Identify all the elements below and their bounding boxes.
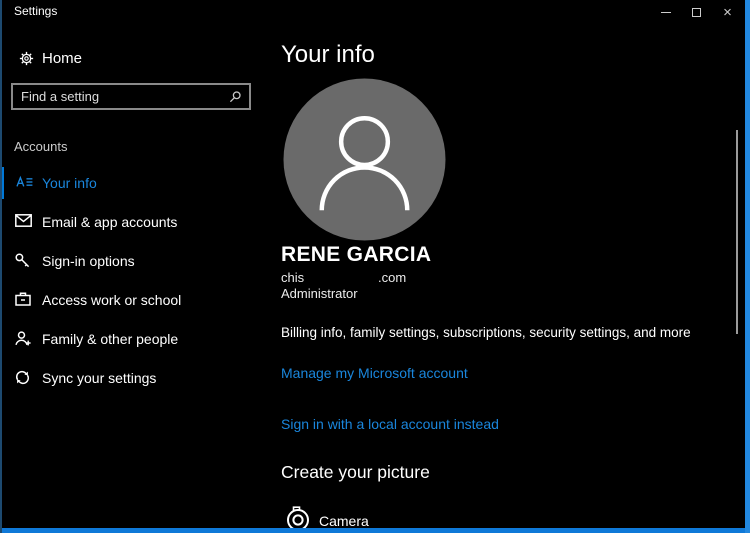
- sidebar-item-home[interactable]: Home: [0, 44, 263, 74]
- settings-window: Settings × Home: [0, 0, 750, 533]
- sidebar-item-sync-your-settings[interactable]: Sync your settings: [0, 359, 263, 398]
- sidebar-item-email-app-accounts[interactable]: Email & app accounts: [0, 203, 263, 242]
- sidebar-item-label: Home: [42, 50, 82, 67]
- scrollbar-thumb[interactable]: [736, 130, 738, 334]
- manage-microsoft-account-link[interactable]: Manage my Microsoft account: [281, 365, 468, 381]
- sidebar-nav: Your info Email & app accounts Sign-in o…: [0, 164, 263, 398]
- sidebar-item-label: Your info: [42, 175, 97, 191]
- account-email-domain: .com: [378, 270, 406, 285]
- sidebar-item-label: Family & other people: [42, 331, 178, 347]
- contact-card-icon: [15, 175, 34, 189]
- search-box: [11, 83, 251, 110]
- sidebar-section-accounts: Accounts: [14, 139, 67, 154]
- sidebar-item-your-info[interactable]: Your info: [0, 164, 263, 203]
- sync-icon: [15, 370, 30, 385]
- sidebar-item-label: Access work or school: [42, 292, 181, 308]
- billing-description: Billing info, family settings, subscript…: [281, 324, 701, 341]
- page-title: Your info: [281, 41, 375, 69]
- camera-label: Camera: [319, 513, 369, 529]
- gear-icon: [19, 51, 34, 66]
- sidebar-item-sign-in-options[interactable]: Sign-in options: [0, 242, 263, 281]
- key-icon: [15, 253, 30, 268]
- window-border-left: [0, 0, 2, 533]
- minimize-icon: [661, 12, 671, 13]
- minimize-button[interactable]: [650, 0, 681, 24]
- sidebar-item-family-other-people[interactable]: Family & other people: [0, 320, 263, 359]
- envelope-icon: [15, 214, 32, 227]
- account-email-user: chis: [281, 270, 304, 285]
- sign-in-local-account-link[interactable]: Sign in with a local account instead: [281, 416, 499, 432]
- sidebar-item-label: Sign-in options: [42, 253, 135, 269]
- sidebar-item-access-work-school[interactable]: Access work or school: [0, 281, 263, 320]
- window-controls: ×: [650, 0, 743, 24]
- window-title: Settings: [14, 4, 57, 18]
- window-border-bottom: [0, 528, 750, 533]
- sidebar-item-label: Email & app accounts: [42, 214, 177, 230]
- search-icon[interactable]: [229, 91, 241, 103]
- maximize-button[interactable]: [681, 0, 712, 24]
- create-picture-title: Create your picture: [281, 462, 430, 483]
- maximize-icon: [692, 8, 701, 17]
- account-name: RENE GARCIA: [281, 243, 431, 267]
- account-avatar: [283, 78, 446, 241]
- search-input[interactable]: [13, 89, 229, 104]
- close-button[interactable]: ×: [712, 0, 743, 24]
- sidebar-item-label: Sync your settings: [42, 370, 156, 386]
- close-icon: ×: [723, 5, 732, 20]
- briefcase-icon: [15, 292, 31, 306]
- account-role: Administrator: [281, 286, 358, 301]
- person-add-icon: [15, 331, 31, 346]
- window-border-right: [745, 0, 750, 533]
